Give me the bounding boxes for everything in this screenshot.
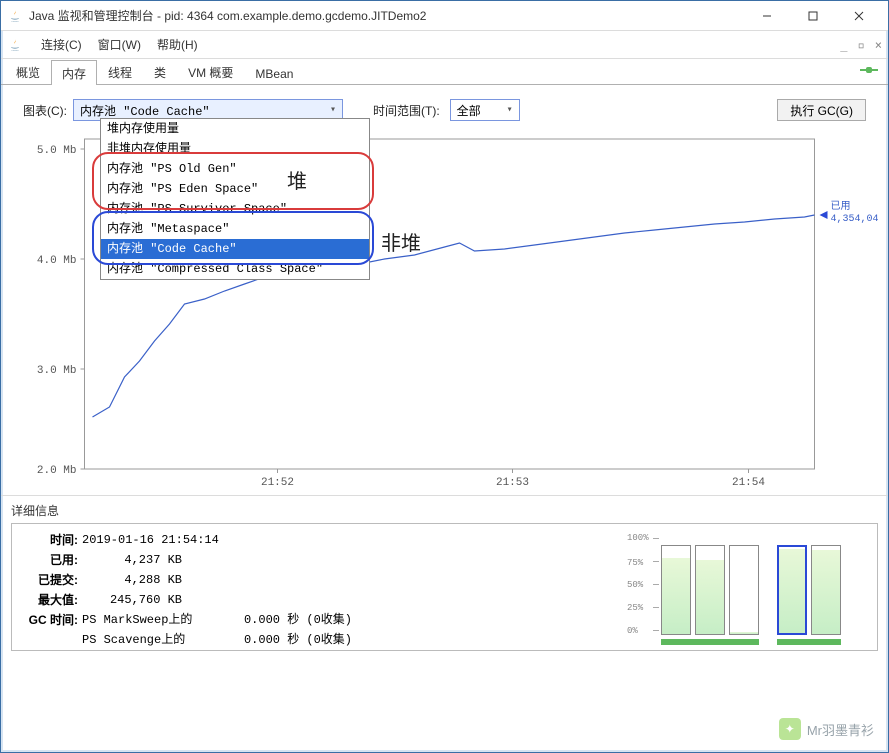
window-controls: [744, 1, 882, 31]
dropdown-option[interactable]: 内存池 "Compressed Class Space": [101, 259, 369, 279]
chart-select-value: 内存池 "Code Cache": [80, 102, 210, 119]
bar-heap-ps-eden[interactable]: [661, 545, 691, 635]
mdi-close-icon[interactable]: ×: [875, 38, 882, 52]
details-table: 时间:2019-01-16 21:54:14 已用:4,237 KB 已提交:4…: [22, 530, 352, 644]
app-window: Java 监视和管理控制台 - pid: 4364 com.example.de…: [0, 0, 889, 753]
tab-vmsummary[interactable]: VM 概要: [177, 59, 244, 84]
chart-label: 图表(C):: [23, 102, 67, 119]
details-caption: 详细信息: [11, 502, 878, 519]
bar-scale-label: 0%: [627, 626, 638, 636]
kv-key: 最大值:: [22, 590, 82, 610]
dropdown-option[interactable]: 内存池 "Metaspace": [101, 219, 369, 239]
tab-threads[interactable]: 线程: [97, 59, 143, 84]
menu-connect[interactable]: 连接(C): [33, 34, 90, 55]
kv-key: 已用:: [22, 550, 82, 570]
bar-scale-label: 100%: [627, 533, 649, 543]
close-button[interactable]: [836, 1, 882, 31]
menu-help[interactable]: 帮助(H): [149, 34, 206, 55]
dropdown-option[interactable]: 堆内存使用量: [101, 119, 369, 139]
xtick-label: 21:52: [261, 477, 294, 489]
dropdown-option[interactable]: 内存池 "PS Survivor Space": [101, 199, 369, 219]
range-select[interactable]: 全部 ▾: [450, 99, 520, 121]
bar-scale-label: 25%: [627, 603, 643, 613]
minimize-button[interactable]: [744, 1, 790, 31]
dropdown-option[interactable]: 内存池 "PS Old Gen": [101, 159, 369, 179]
range-select-value: 全部: [457, 102, 481, 119]
gc-value: 0.000 秒 (0收集): [222, 630, 352, 650]
nonheap-group-indicator[interactable]: [777, 639, 841, 645]
bar-nonheap-metaspace[interactable]: [811, 545, 841, 635]
bar-nonheap-code-cache[interactable]: [777, 545, 807, 635]
callout-label: 已用: [831, 201, 851, 213]
gc-value: 0.000 秒 (0收集): [222, 610, 352, 630]
mdi-minimize-icon[interactable]: _: [840, 38, 847, 52]
kv-value: 2019-01-16 21:54:14: [82, 530, 249, 550]
wechat-icon: ✦: [779, 718, 801, 740]
details-body: 时间:2019-01-16 21:54:14 已用:4,237 KB 已提交:4…: [11, 523, 878, 651]
chevron-down-icon: ▾: [330, 104, 336, 116]
mdi-controls: _ ▫ ×: [840, 38, 882, 52]
ytick-label: 3.0 Mb: [37, 365, 77, 377]
tab-mbeans[interactable]: MBean: [244, 62, 304, 84]
dropdown-option[interactable]: 非堆内存使用量: [101, 139, 369, 159]
memory-bars: 100% 75% 50% 25% 0%: [657, 530, 867, 645]
ytick-label: 5.0 Mb: [37, 145, 77, 157]
connection-status-icon: [860, 63, 878, 80]
watermark: ✦ Mr羽墨青衫: [779, 718, 874, 740]
tab-overview[interactable]: 概览: [5, 59, 51, 84]
range-label: 时间范围(T):: [373, 102, 440, 119]
perform-gc-button[interactable]: 执行 GC(G): [777, 99, 866, 121]
dropdown-option[interactable]: 内存池 "Code Cache": [101, 239, 369, 259]
bar-scale-label: 75%: [627, 558, 643, 568]
watermark-text: Mr羽墨青衫: [807, 720, 874, 739]
menu-bar: 连接(C) 窗口(W) 帮助(H) _ ▫ ×: [1, 31, 888, 59]
ytick-label: 2.0 Mb: [37, 465, 77, 477]
tab-memory[interactable]: 内存: [51, 60, 97, 85]
mdi-restore-icon[interactable]: ▫: [858, 38, 865, 52]
ytick-label: 4.0 Mb: [37, 255, 77, 267]
kv-key: 时间:: [22, 530, 82, 550]
kv-key: GC 时间:: [22, 610, 82, 630]
content-area: 图表(C): 内存池 "Code Cache" ▾ 时间范围(T): 全部 ▾ …: [1, 85, 888, 495]
maximize-button[interactable]: [790, 1, 836, 31]
java-icon: [7, 8, 23, 24]
bar-scale-label: 50%: [627, 580, 643, 590]
tab-strip: 概览 内存 线程 类 VM 概要 MBean: [1, 59, 888, 85]
window-title: Java 监视和管理控制台 - pid: 4364 com.example.de…: [29, 7, 744, 24]
title-bar: Java 监视和管理控制台 - pid: 4364 com.example.de…: [1, 1, 888, 31]
java-icon: [7, 37, 23, 53]
chart-select-popup: 堆内存使用量 非堆内存使用量 内存池 "PS Old Gen" 内存池 "PS …: [100, 118, 370, 280]
gc-name: PS Scavenge上的: [82, 630, 222, 650]
tab-classes[interactable]: 类: [143, 59, 177, 84]
gc-name: PS MarkSweep上的: [82, 610, 222, 630]
chevron-down-icon: ▾: [507, 104, 513, 116]
xtick-label: 21:53: [496, 477, 529, 489]
xtick-label: 21:54: [732, 477, 765, 489]
details-panel: 详细信息 时间:2019-01-16 21:54:14 已用:4,237 KB …: [1, 495, 888, 661]
menu-window[interactable]: 窗口(W): [90, 34, 149, 55]
kv-value: 4,237 KB: [82, 550, 212, 570]
kv-value: 4,288 KB: [82, 570, 212, 590]
heap-group-indicator[interactable]: [661, 639, 759, 645]
kv-key: 已提交:: [22, 570, 82, 590]
kv-value: 245,760 KB: [82, 590, 212, 610]
dropdown-option[interactable]: 内存池 "PS Eden Space": [101, 179, 369, 199]
bar-heap-ps-old[interactable]: [729, 545, 759, 635]
bar-heap-ps-survivor[interactable]: [695, 545, 725, 635]
callout-value: 4,354,048: [831, 214, 879, 225]
